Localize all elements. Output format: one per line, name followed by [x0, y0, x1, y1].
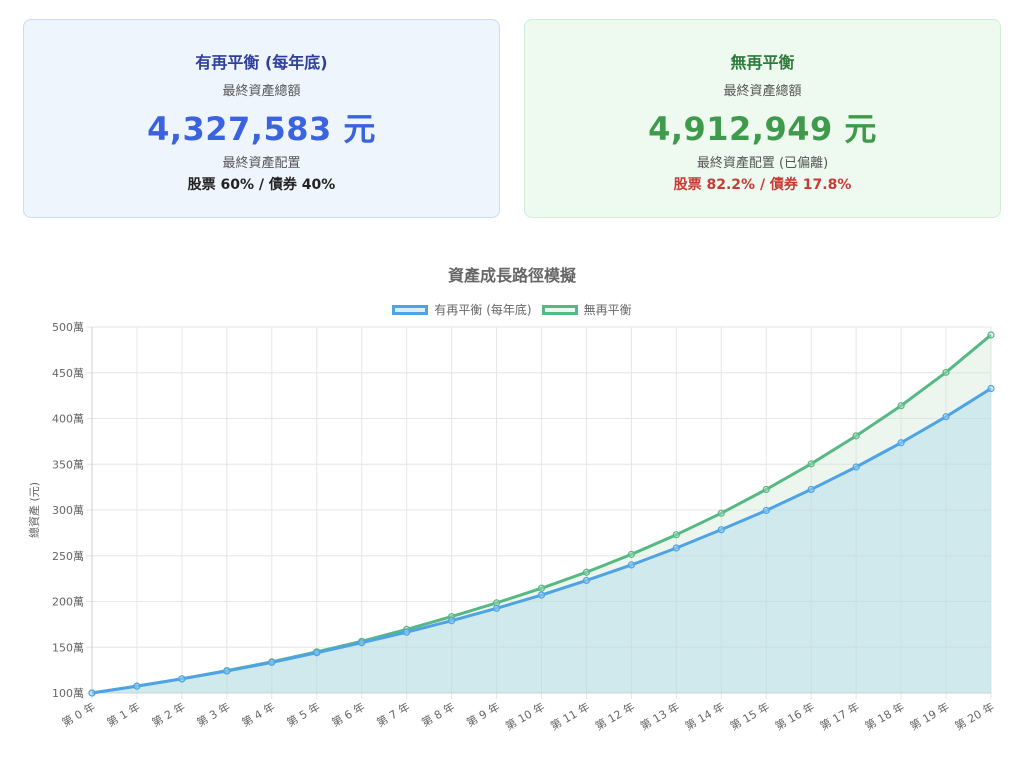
x-tick-label: 第 17 年 — [817, 699, 861, 733]
y-tick-label: 500萬 — [52, 321, 84, 334]
point-no-rebalance — [942, 368, 950, 376]
x-tick-label: 第 9 年 — [464, 699, 502, 729]
point-no-rebalance — [807, 460, 815, 468]
point-rebalance — [762, 506, 770, 515]
y-tick-label: 350萬 — [52, 458, 84, 471]
x-tick-label: 第 10 年 — [503, 699, 547, 733]
x-tick-label: 第 12 年 — [593, 699, 637, 733]
point-no-rebalance — [627, 550, 636, 558]
x-tick-label: 第 8 年 — [419, 699, 457, 729]
point-rebalance — [717, 526, 725, 534]
y-tick-label: 250萬 — [52, 550, 84, 563]
x-tick-label: 第 4 年 — [239, 699, 277, 729]
y-tick-label: 400萬 — [52, 413, 84, 426]
x-tick-label: 第 14 年 — [683, 699, 727, 733]
x-tick-label: 第 1 年 — [104, 699, 142, 729]
x-tick-label: 第 20 年 — [952, 699, 996, 733]
point-rebalance — [537, 591, 546, 599]
point-rebalance — [313, 649, 321, 657]
x-tick-label: 第 2 年 — [149, 699, 187, 729]
point-rebalance — [627, 561, 636, 569]
x-tick-label: 第 11 年 — [548, 699, 592, 733]
point-rebalance — [942, 413, 950, 421]
x-tick-label: 第 6 年 — [329, 699, 367, 729]
point-no-rebalance — [582, 568, 591, 576]
point-no-rebalance — [537, 584, 546, 592]
x-tick-label: 第 3 年 — [194, 699, 232, 729]
point-rebalance — [672, 544, 680, 552]
x-tick-label: 第 18 年 — [862, 699, 906, 733]
x-tick-label: 第 0 年 — [59, 699, 97, 729]
point-no-rebalance — [717, 509, 725, 517]
x-tick-label: 第 19 年 — [907, 699, 951, 733]
y-tick-label: 150萬 — [52, 641, 84, 654]
point-no-rebalance — [987, 331, 995, 339]
point-rebalance — [223, 667, 231, 675]
point-rebalance — [492, 604, 501, 612]
point-no-rebalance — [672, 531, 680, 539]
point-rebalance — [403, 628, 411, 636]
point-rebalance — [987, 384, 995, 393]
x-tick-label: 第 13 年 — [638, 699, 682, 733]
point-rebalance — [178, 675, 186, 683]
y-tick-label: 300萬 — [52, 504, 84, 517]
point-rebalance — [582, 576, 591, 585]
point-rebalance — [358, 639, 366, 647]
x-tick-label: 第 5 年 — [284, 699, 322, 729]
x-tick-label: 第 16 年 — [772, 699, 816, 733]
point-rebalance — [88, 689, 96, 697]
point-rebalance — [448, 617, 456, 625]
point-rebalance — [268, 658, 276, 666]
x-tick-label: 第 7 年 — [374, 699, 412, 729]
y-tick-label: 100萬 — [52, 687, 84, 700]
y-axis-title: 總資產 (元) — [27, 482, 41, 538]
point-rebalance — [897, 439, 905, 447]
point-no-rebalance — [852, 432, 860, 440]
x-tick-label: 第 15 年 — [728, 699, 772, 733]
point-rebalance — [807, 485, 815, 494]
point-rebalance — [852, 463, 860, 471]
y-tick-label: 450萬 — [52, 367, 84, 380]
growth-line-chart: 100萬 150萬 200萬 250萬 300萬 350萬 400萬 450萬 500萬第 0 … — [27, 321, 997, 733]
y-tick-label: 200萬 — [52, 596, 84, 609]
point-no-rebalance — [762, 485, 770, 494]
point-rebalance — [133, 682, 141, 690]
point-no-rebalance — [897, 402, 905, 410]
